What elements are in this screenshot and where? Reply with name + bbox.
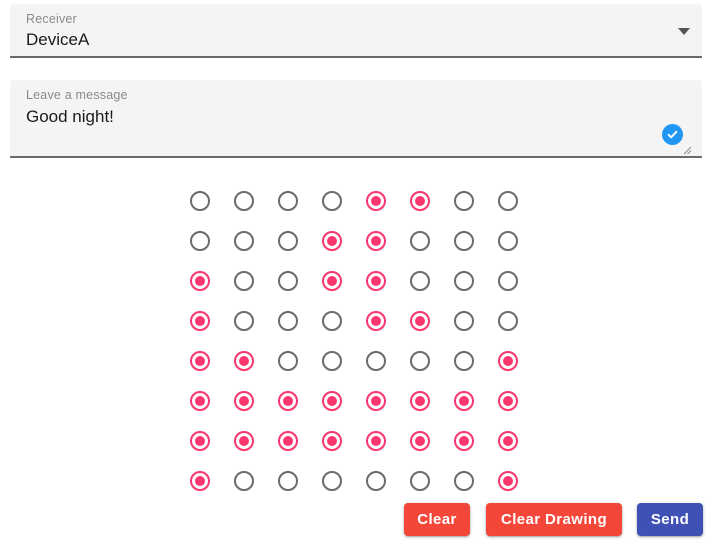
dot-cell-r5-c7[interactable]	[454, 351, 474, 371]
dot-cell-r7-c7[interactable]	[454, 431, 474, 451]
message-value: Good night!	[26, 107, 114, 126]
dot-cell-r5-c4[interactable]	[322, 351, 342, 371]
dot-cell-r5-c3[interactable]	[278, 351, 298, 371]
dot-cell-r7-c8[interactable]	[498, 431, 518, 451]
dot-cell-r2-c2[interactable]	[234, 231, 254, 251]
dot-cell-r2-c8[interactable]	[498, 231, 518, 251]
dot-cell-r8-c5[interactable]	[366, 471, 386, 491]
dot-cell-r4-c4[interactable]	[322, 311, 342, 331]
dot-cell-r6-c8[interactable]	[498, 391, 518, 411]
dot-cell-r3-c8[interactable]	[498, 271, 518, 291]
receiver-label: Receiver	[26, 12, 77, 26]
clear-drawing-button[interactable]: Clear Drawing	[486, 503, 622, 536]
dot-cell-r7-c4[interactable]	[322, 431, 342, 451]
dot-cell-r7-c5[interactable]	[366, 431, 386, 451]
dot-row	[190, 351, 518, 391]
dot-cell-r1-c4[interactable]	[322, 191, 342, 211]
dot-cell-r8-c3[interactable]	[278, 471, 298, 491]
message-label: Leave a message	[26, 88, 128, 102]
dot-cell-r8-c6[interactable]	[410, 471, 430, 491]
dot-cell-r2-c4[interactable]	[322, 231, 342, 251]
resize-handle-icon[interactable]	[680, 142, 692, 155]
dot-cell-r2-c5[interactable]	[366, 231, 386, 251]
dot-cell-r8-c7[interactable]	[454, 471, 474, 491]
dot-cell-r6-c6[interactable]	[410, 391, 430, 411]
dot-cell-r7-c6[interactable]	[410, 431, 430, 451]
dot-cell-r4-c2[interactable]	[234, 311, 254, 331]
dot-cell-r3-c5[interactable]	[366, 271, 386, 291]
receiver-value: DeviceA	[26, 30, 90, 49]
dot-cell-r1-c2[interactable]	[234, 191, 254, 211]
dot-cell-r3-c4[interactable]	[322, 271, 342, 291]
dot-cell-r5-c8[interactable]	[498, 351, 518, 371]
dot-cell-r5-c2[interactable]	[234, 351, 254, 371]
dot-cell-r6-c7[interactable]	[454, 391, 474, 411]
dot-cell-r4-c3[interactable]	[278, 311, 298, 331]
dot-cell-r4-c8[interactable]	[498, 311, 518, 331]
dot-cell-r6-c1[interactable]	[190, 391, 210, 411]
message-textarea[interactable]: Leave a message Good night!	[10, 80, 702, 158]
dot-row	[190, 191, 518, 231]
dot-cell-r2-c1[interactable]	[190, 231, 210, 251]
dot-cell-r6-c3[interactable]	[278, 391, 298, 411]
dot-cell-r8-c4[interactable]	[322, 471, 342, 491]
dot-cell-r7-c2[interactable]	[234, 431, 254, 451]
dot-cell-r3-c3[interactable]	[278, 271, 298, 291]
dot-cell-r4-c1[interactable]	[190, 311, 210, 331]
dot-cell-r6-c4[interactable]	[322, 391, 342, 411]
dot-cell-r1-c3[interactable]	[278, 191, 298, 211]
clear-button[interactable]: Clear	[404, 503, 470, 536]
dot-cell-r5-c6[interactable]	[410, 351, 430, 371]
dot-cell-r5-c1[interactable]	[190, 351, 210, 371]
dot-cell-r1-c8[interactable]	[498, 191, 518, 211]
chevron-down-icon[interactable]	[678, 28, 690, 35]
dot-cell-r3-c7[interactable]	[454, 271, 474, 291]
dot-cell-r2-c6[interactable]	[410, 231, 430, 251]
dot-row	[190, 311, 518, 351]
receiver-select[interactable]: Receiver DeviceA	[10, 4, 702, 58]
led-dot-matrix[interactable]	[190, 191, 518, 491]
dot-row	[190, 391, 518, 431]
dot-cell-r3-c6[interactable]	[410, 271, 430, 291]
dot-cell-r3-c2[interactable]	[234, 271, 254, 291]
dot-cell-r8-c8[interactable]	[498, 471, 518, 491]
dot-row	[190, 431, 518, 471]
dot-cell-r8-c2[interactable]	[234, 471, 254, 491]
dot-cell-r3-c1[interactable]	[190, 271, 210, 291]
dot-cell-r4-c5[interactable]	[366, 311, 386, 331]
dot-cell-r4-c7[interactable]	[454, 311, 474, 331]
dot-cell-r4-c6[interactable]	[410, 311, 430, 331]
dot-cell-r2-c3[interactable]	[278, 231, 298, 251]
dot-cell-r7-c1[interactable]	[190, 431, 210, 451]
dot-cell-r1-c6[interactable]	[410, 191, 430, 211]
dot-cell-r8-c1[interactable]	[190, 471, 210, 491]
dot-cell-r1-c1[interactable]	[190, 191, 210, 211]
dot-cell-r6-c5[interactable]	[366, 391, 386, 411]
send-button[interactable]: Send	[637, 503, 703, 536]
dot-cell-r6-c2[interactable]	[234, 391, 254, 411]
dot-cell-r5-c5[interactable]	[366, 351, 386, 371]
dot-cell-r7-c3[interactable]	[278, 431, 298, 451]
dot-row	[190, 271, 518, 311]
dot-cell-r1-c5[interactable]	[366, 191, 386, 211]
dot-cell-r1-c7[interactable]	[454, 191, 474, 211]
dot-row	[190, 231, 518, 271]
dot-cell-r2-c7[interactable]	[454, 231, 474, 251]
